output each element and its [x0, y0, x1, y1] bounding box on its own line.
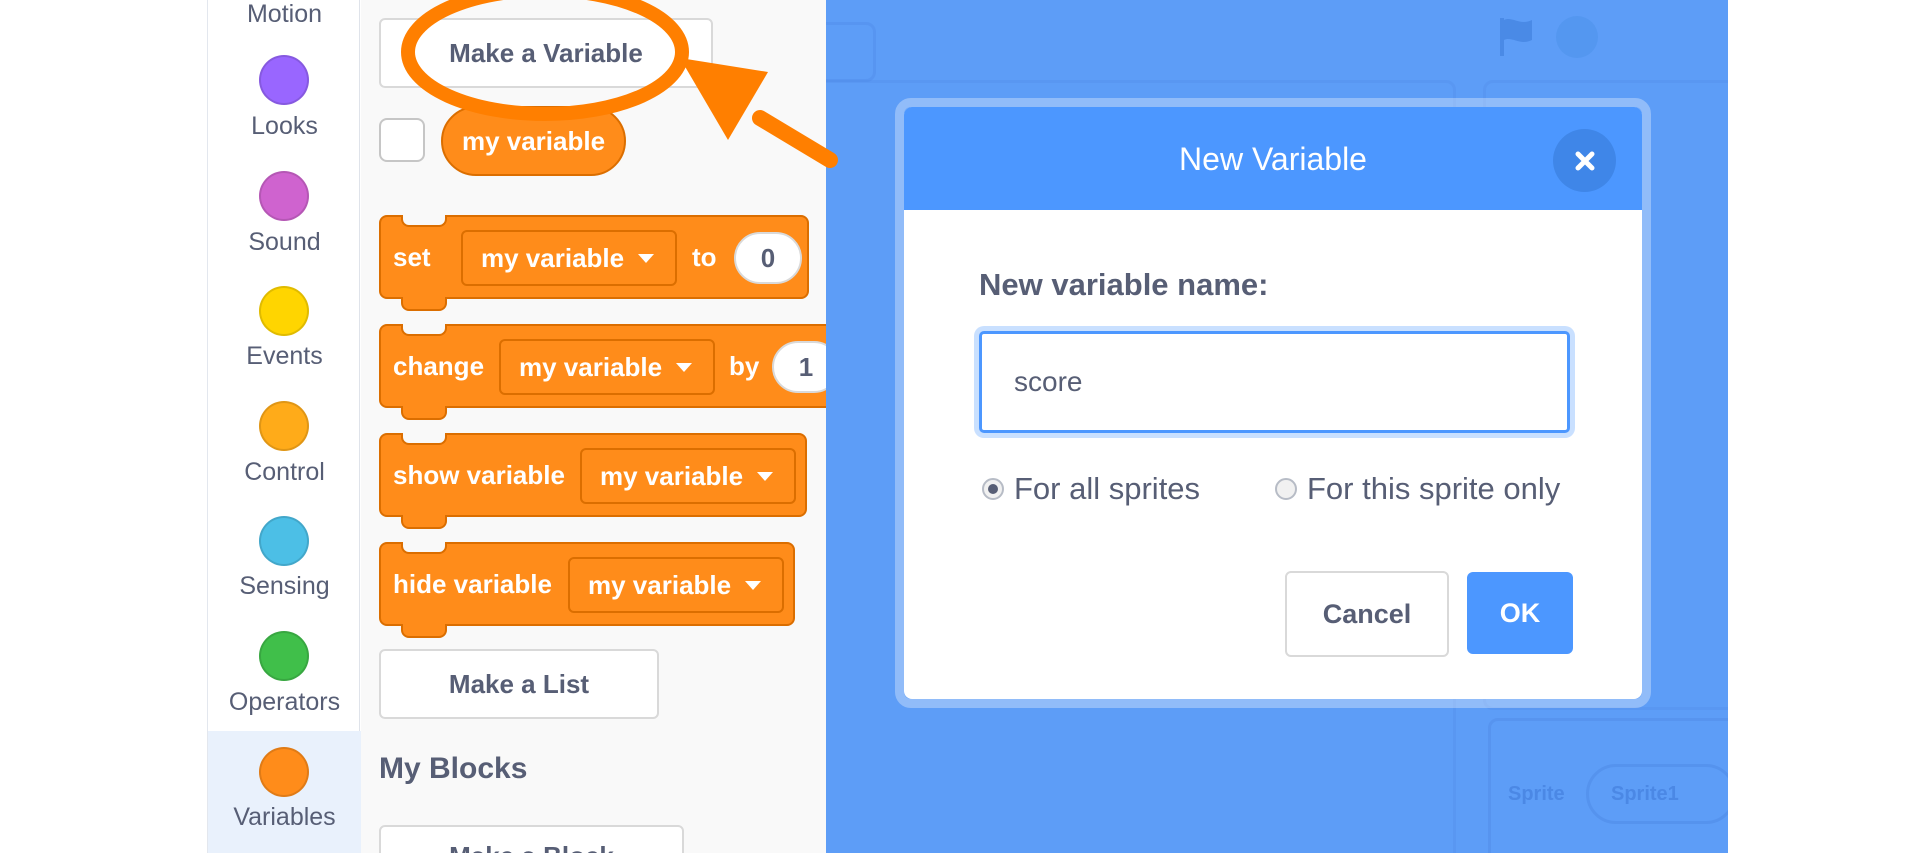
variable-reporter-block[interactable]: my variable: [441, 106, 626, 176]
new-variable-dialog: New Variable New variable name: For all …: [895, 98, 1651, 708]
block-verb: change: [393, 351, 485, 381]
variable-name-label: New variable name:: [979, 267, 1269, 302]
dropdown-label: my variable: [588, 569, 732, 600]
ghost-panel: [826, 22, 876, 82]
close-icon: [1575, 151, 1594, 170]
set-variable-block[interactable]: set my variable to 0: [379, 215, 809, 311]
variable-dropdown[interactable]: my variable: [568, 557, 784, 613]
category-control[interactable]: Control: [208, 395, 361, 511]
block-verb: show variable: [393, 460, 565, 490]
block-notch: [401, 406, 447, 420]
looks-dot-icon: [259, 55, 309, 105]
cancel-button[interactable]: Cancel: [1285, 571, 1449, 657]
radio-button[interactable]: [1275, 478, 1297, 500]
change-variable-block[interactable]: change my variable by 1: [379, 324, 826, 420]
hide-variable-block[interactable]: hide variable my variable: [379, 542, 795, 638]
category-menu: Motion Looks Sound Events Control Sensin…: [207, 0, 361, 853]
category-operators[interactable]: Operators: [208, 624, 361, 740]
category-label: Control: [244, 458, 325, 486]
dialog-body: New Variable New variable name: For all …: [904, 107, 1642, 699]
dropdown-label: my variable: [481, 242, 625, 273]
radio-button-checked[interactable]: [982, 478, 1004, 500]
caret-down-icon: [676, 362, 693, 372]
variable-dropdown[interactable]: my variable: [499, 339, 715, 395]
make-block-button[interactable]: Make a Block: [379, 825, 684, 853]
category-label: Sensing: [239, 572, 330, 600]
block-notch: [401, 215, 447, 227]
variable-dropdown[interactable]: my variable: [461, 230, 677, 286]
dropdown-label: my variable: [519, 351, 663, 382]
category-label: Sound: [248, 228, 321, 256]
caret-down-icon: [757, 471, 774, 481]
dropdown-label: my variable: [600, 460, 744, 491]
category-label: Variables: [233, 803, 336, 831]
block-verb: set: [393, 242, 431, 272]
variable-name-input[interactable]: [979, 331, 1570, 433]
block-notch: [401, 433, 447, 445]
sprite-name: Sprite1: [1611, 783, 1679, 805]
stop-sign-icon: [1556, 16, 1598, 58]
my-blocks-heading: My Blocks: [379, 752, 528, 785]
caret-down-icon: [745, 580, 762, 590]
category-looks[interactable]: Looks: [208, 49, 361, 165]
value-input[interactable]: 1: [772, 341, 826, 393]
control-dot-icon: [259, 401, 309, 451]
events-dot-icon: [259, 286, 309, 336]
sensing-dot-icon: [259, 516, 309, 566]
variable-dropdown[interactable]: my variable: [580, 448, 796, 504]
option-label: For all sprites: [1014, 471, 1201, 506]
block-notch: [401, 542, 447, 554]
block-notch: [401, 324, 447, 336]
make-list-button[interactable]: Make a List: [379, 649, 659, 719]
category-sensing[interactable]: Sensing: [208, 510, 361, 626]
close-button[interactable]: [1553, 129, 1616, 192]
dialog-header: New Variable: [904, 107, 1642, 210]
sound-dot-icon: [259, 171, 309, 221]
category-label: Motion: [246, 0, 323, 28]
category-variables[interactable]: Variables: [208, 731, 361, 853]
category-label: Events: [246, 342, 323, 370]
option-label: For this sprite only: [1307, 471, 1561, 506]
variables-dot-icon: [259, 747, 309, 797]
scratch-editor: Motion Looks Sound Events Control Sensin…: [0, 0, 1920, 853]
block-notch: [401, 297, 447, 311]
show-variable-block[interactable]: show variable my variable: [379, 433, 807, 529]
category-label: Operators: [228, 688, 341, 716]
value-input[interactable]: 0: [734, 232, 802, 284]
caret-down-icon: [638, 253, 655, 263]
for-this-sprite-option[interactable]: For this sprite only: [1275, 471, 1560, 507]
category-sound[interactable]: Sound: [208, 165, 361, 281]
block-preposition: by: [729, 351, 760, 381]
operators-dot-icon: [259, 631, 309, 681]
ok-button[interactable]: OK: [1467, 572, 1573, 654]
block-verb: hide variable: [393, 569, 552, 599]
category-label: Looks: [251, 112, 318, 140]
sprite-name-field: Sprite1: [1586, 764, 1728, 824]
block-preposition: to: [692, 242, 717, 272]
block-notch: [401, 515, 447, 529]
variable-monitor-checkbox[interactable]: [379, 118, 425, 162]
block-notch: [401, 624, 447, 638]
block-palette: Make a Variable my variable set my varia…: [361, 0, 826, 853]
make-variable-button[interactable]: Make a Variable: [379, 18, 713, 88]
green-flag-icon: [1500, 18, 1532, 56]
dialog-title: New Variable: [1179, 141, 1367, 177]
sprite-label: Sprite: [1508, 783, 1565, 805]
for-all-sprites-option[interactable]: For all sprites: [982, 471, 1200, 507]
category-events[interactable]: Events: [208, 280, 361, 396]
